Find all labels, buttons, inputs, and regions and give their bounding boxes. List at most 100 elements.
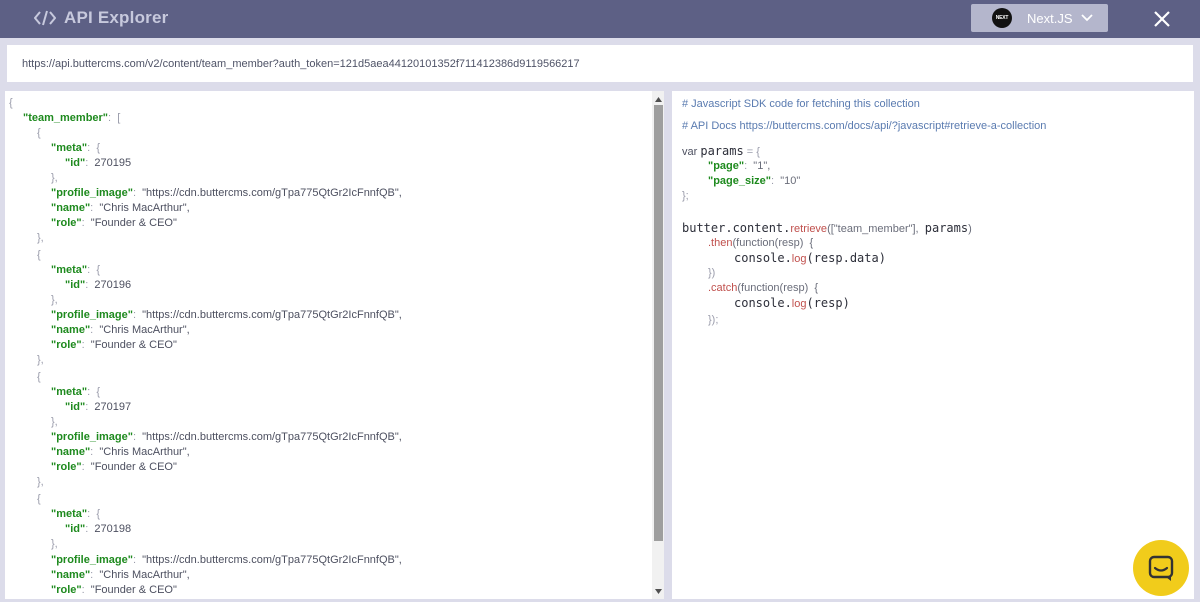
scrollbar-thumb[interactable] [654,105,663,541]
json-line: "meta": { [51,385,100,399]
json-line: "profile_image": "https://cdn.buttercms.… [51,553,402,567]
code-function: .catch [708,282,738,294]
json-response-panel[interactable]: { "team_member": [ { "meta": { "id": 270… [5,91,664,599]
json-colon: : [81,584,85,596]
code-line: "page": "1", [708,160,771,172]
json-value-name: "Chris MacArthur", [99,324,190,336]
json-colon: : [81,339,85,351]
code-string: "1", [753,160,771,172]
json-colon: : [90,202,94,214]
code-line: var params = { [682,144,760,158]
sdk-code-panel[interactable]: # Javascript SDK code for fetching this … [672,91,1194,599]
close-icon[interactable] [1151,8,1173,30]
json-value-id: 270195 [94,157,132,169]
json-punct: }, [37,232,44,244]
json-line: "role": "Founder & CEO" [51,338,177,352]
chat-bubble-icon[interactable] [1133,540,1189,596]
json-punct: }, [51,538,58,550]
code-key: "page" [708,160,745,172]
json-line: "name": "Chris MacArthur", [51,445,190,459]
json-line: "profile_image": "https://cdn.buttercms.… [51,186,402,200]
json-line: "team_member": [ [23,111,120,125]
json-colon: : [87,264,91,276]
json-key-meta: "meta" [51,386,88,398]
request-url-bar[interactable]: https://api.buttercms.com/v2/content/tea… [7,45,1193,82]
json-key-role: "role" [51,217,82,229]
json-value-role: "Founder & CEO" [90,584,177,596]
json-line: "meta": { [51,263,100,277]
json-colon: : [85,157,89,169]
json-colon: : [90,569,94,581]
json-value-id: 270197 [94,401,132,413]
code-punct: ) [968,223,972,235]
json-colon: : [87,386,91,398]
json-open-brace: { [9,97,13,109]
json-value-name: "Chris MacArthur", [99,446,190,458]
code-keyword: var [682,146,698,158]
json-colon: : [81,461,85,473]
json-punct: { [96,142,100,154]
code-line: .catch(function(resp) { [708,281,818,295]
json-item-open: { [37,248,41,262]
framework-label: Next.JS [1027,10,1073,26]
json-line: }, [51,293,58,307]
json-colon: : [87,142,91,154]
header-bar: API Explorer NEXT Next.JS [0,0,1200,38]
json-line: "id": 270196 [65,278,131,292]
json-key-name: "name" [51,446,91,458]
code-function: log [791,298,807,310]
code-object: console. [734,296,792,310]
code-args: (function(resp) { [737,282,819,294]
json-value-role: "Founder & CEO" [90,217,177,229]
json-key-name: "name" [51,202,91,214]
code-line: console.log(resp.data) [734,251,886,265]
framework-selector-button[interactable]: NEXT Next.JS [971,4,1108,32]
json-key-id: "id" [65,523,86,535]
json-line: { [9,96,13,110]
json-punct: }, [51,416,58,428]
json-punct: { [37,249,41,261]
json-line: "role": "Founder & CEO" [51,460,177,474]
json-line: "id": 270198 [65,522,131,536]
json-line: "name": "Chris MacArthur", [51,323,190,337]
json-key-profile-image: "profile_image" [51,554,133,566]
json-scrollbar[interactable] [652,91,664,599]
code-variable: params [924,221,969,235]
json-item-close: }, [37,231,44,245]
scroll-up-arrow-icon[interactable] [652,93,664,105]
json-punct: { [37,127,41,139]
scroll-down-arrow-icon[interactable] [652,585,664,597]
json-key-meta: "meta" [51,264,88,276]
code-line: console.log(resp) [734,296,850,310]
json-colon: : [90,324,94,336]
json-line: "name": "Chris MacArthur", [51,201,190,215]
json-line: }, [51,415,58,429]
json-key-role: "role" [51,584,82,596]
code-args: (resp) [806,296,850,310]
json-colon: : [90,446,94,458]
json-value-role: "Founder & CEO" [90,339,177,351]
code-function: log [791,253,807,265]
code-function: .then [708,237,733,249]
json-key-role: "role" [51,339,82,351]
json-value-profile-image: "https://cdn.buttercms.com/gTpa775QtGr2I… [142,431,402,443]
json-item-close: }, [37,475,44,489]
json-colon: : [132,554,137,566]
title-group: API Explorer [34,8,168,28]
json-colon: : [81,217,85,229]
code-args: (["team_member"], [827,223,919,235]
code-args: (resp.data) [806,251,886,265]
json-line: "role": "Founder & CEO" [51,216,177,230]
json-key-profile-image: "profile_image" [51,187,133,199]
json-punct: }, [37,476,44,488]
json-root-key: "team_member" [23,112,109,124]
json-key-name: "name" [51,324,91,336]
json-key-meta: "meta" [51,508,88,520]
json-value-profile-image: "https://cdn.buttercms.com/gTpa775QtGr2I… [142,187,402,199]
json-item-open: { [37,492,41,506]
request-url[interactable]: https://api.buttercms.com/v2/content/tea… [22,58,580,70]
code-string: "10" [780,175,801,187]
nextjs-logo-text: NEXT [995,15,1009,21]
json-value-role: "Founder & CEO" [90,461,177,473]
json-key-id: "id" [65,157,86,169]
